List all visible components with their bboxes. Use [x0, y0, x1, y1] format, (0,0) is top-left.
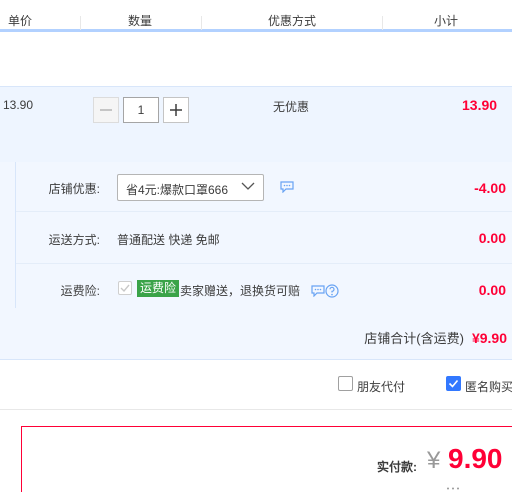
order-options: 朋友代付 匿名购买 — [0, 360, 512, 410]
quantity-decrease-button[interactable] — [93, 97, 119, 123]
insurance-amount: 0.00 — [478, 282, 506, 298]
shipping-insurance-row: 运费险: 运费险 卖家赠送，退换货可赔 0.00 — [16, 264, 512, 308]
column-header-subtotal: 小计 — [434, 14, 459, 28]
check-icon — [448, 379, 459, 388]
payment-label: 实付款: — [377, 460, 417, 474]
shipping-amount: 0.00 — [478, 230, 506, 246]
plus-icon — [170, 104, 182, 116]
shop-total-value: ¥9.90 — [471, 330, 507, 346]
quantity-increase-button[interactable] — [163, 97, 189, 123]
shop-coupon-label: 店铺优惠: — [48, 182, 100, 196]
friend-pay-label[interactable]: 朋友代付 — [357, 378, 405, 395]
insurance-description: 卖家赠送，退换货可赔 — [180, 284, 301, 298]
column-header-quantity: 数量 — [128, 14, 153, 28]
insurance-label: 运费险: — [60, 284, 100, 298]
question-icon[interactable] — [325, 284, 339, 298]
header-divider — [201, 16, 202, 30]
quantity-input[interactable] — [123, 97, 159, 123]
item-unit-price: 13.90 — [3, 98, 34, 112]
payment-currency: ¥ — [427, 447, 441, 474]
check-icon — [120, 284, 130, 293]
header-divider — [80, 16, 81, 30]
shop-summary: 店铺优惠: 省4元:爆款口罩666 -4.00 运送方式: 普通配送 快递 免邮… — [0, 162, 512, 360]
shop-total-label: 店铺合计(含运费) — [364, 331, 464, 346]
chevron-down-icon — [241, 182, 255, 190]
insurance-checkbox[interactable] — [118, 281, 132, 295]
header-divider — [382, 16, 383, 30]
chat-icon[interactable] — [280, 181, 294, 193]
shop-total: 店铺合计(含运费) ¥9.90 — [364, 328, 507, 347]
anonymous-checkbox[interactable] — [446, 376, 461, 391]
cart-item-row: 13.90 无优惠 13.90 — [0, 86, 512, 162]
table-header: 单价 数量 优惠方式 小计 — [0, 0, 512, 32]
chat-icon[interactable] — [311, 285, 325, 297]
item-subtotal: 13.90 — [462, 97, 498, 113]
shipping-label: 运送方式: — [48, 233, 100, 247]
shop-coupon-select[interactable]: 省4元:爆款口罩666 — [117, 174, 264, 201]
shop-coupon-amount: -4.00 — [474, 180, 506, 196]
quantity-stepper — [93, 97, 189, 123]
shipping-method: 普通配送 快递 免邮 — [117, 233, 220, 247]
anonymous-label[interactable]: 匿名购买 — [465, 378, 512, 395]
payment-amount: 9.90 — [448, 443, 503, 474]
insurance-badge: 运费险 — [137, 280, 180, 297]
more-icon — [447, 487, 459, 490]
minus-icon — [100, 109, 112, 111]
item-promotion: 无优惠 — [273, 100, 310, 114]
shop-coupon-row: 店铺优惠: 省4元:爆款口罩666 -4.00 — [16, 162, 512, 212]
payment-summary: 实付款: ¥ 9.90 — [21, 426, 512, 492]
shipping-row: 运送方式: 普通配送 快递 免邮 0.00 — [16, 212, 512, 264]
column-header-price: 单价 — [8, 14, 33, 28]
friend-pay-checkbox[interactable] — [338, 376, 353, 391]
shop-coupon-value: 省4元:爆款口罩666 — [126, 183, 229, 197]
column-header-promotion: 优惠方式 — [268, 14, 317, 28]
